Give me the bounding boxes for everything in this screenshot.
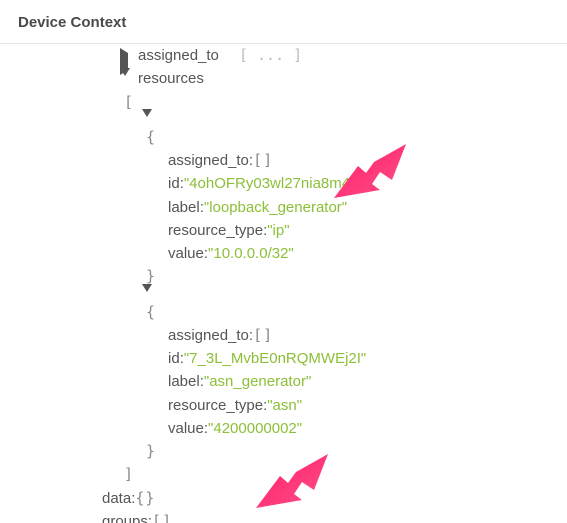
- tree-row: value: "4200000002": [0, 417, 567, 440]
- device-context-panel: { "header": { "title": "Device Context" …: [0, 0, 567, 523]
- panel-title: Device Context: [0, 0, 567, 44]
- tree-brace-close: }: [0, 265, 567, 288]
- tree-row-data: data: {}: [0, 487, 567, 510]
- tree-row: resource_type: "ip": [0, 219, 567, 242]
- ellipsis-array: [ ... ]: [239, 44, 302, 67]
- json-tree: assigned_to [ ... ] resources [ { assign…: [0, 44, 567, 523]
- tree-row-item-expand[interactable]: [0, 114, 567, 126]
- key-resources: resources: [138, 67, 204, 90]
- chevron-right-icon[interactable]: [120, 50, 132, 62]
- tree-row: label: "asn_generator": [0, 370, 567, 393]
- tree-brace-open: {: [0, 126, 567, 149]
- tree-row: assigned_to: []: [0, 324, 567, 347]
- tree-brace-open: {: [0, 301, 567, 324]
- tree-bracket-close: ]: [0, 463, 567, 486]
- ellipsis-array: [219, 44, 239, 67]
- tree-row: label: "loopback_generator": [0, 196, 567, 219]
- tree-row-groups: groups: []: [0, 510, 567, 523]
- tree-row-resources-expanded[interactable]: resources: [0, 67, 567, 90]
- tree-row: id: "7_3L_MvbE0nRQMWEj2I": [0, 347, 567, 370]
- tree-row: value: "10.0.0.0/32": [0, 242, 567, 265]
- tree-brace-close: }: [0, 440, 567, 463]
- tree-row: resource_type: "asn": [0, 394, 567, 417]
- key-assigned_to: assigned_to: [138, 44, 219, 67]
- tree-row: assigned_to: []: [0, 149, 567, 172]
- tree-row: id: "4ohOFRy03wl27nia8m4": [0, 172, 567, 195]
- tree-row-assigned_to-collapsed[interactable]: assigned_to [ ... ]: [0, 44, 567, 67]
- chevron-down-icon[interactable]: [142, 289, 154, 301]
- chevron-down-icon[interactable]: [120, 73, 132, 85]
- tree-row-item-expand[interactable]: [0, 289, 567, 301]
- tree-bracket-open: [: [0, 91, 567, 114]
- chevron-down-icon[interactable]: [142, 114, 154, 126]
